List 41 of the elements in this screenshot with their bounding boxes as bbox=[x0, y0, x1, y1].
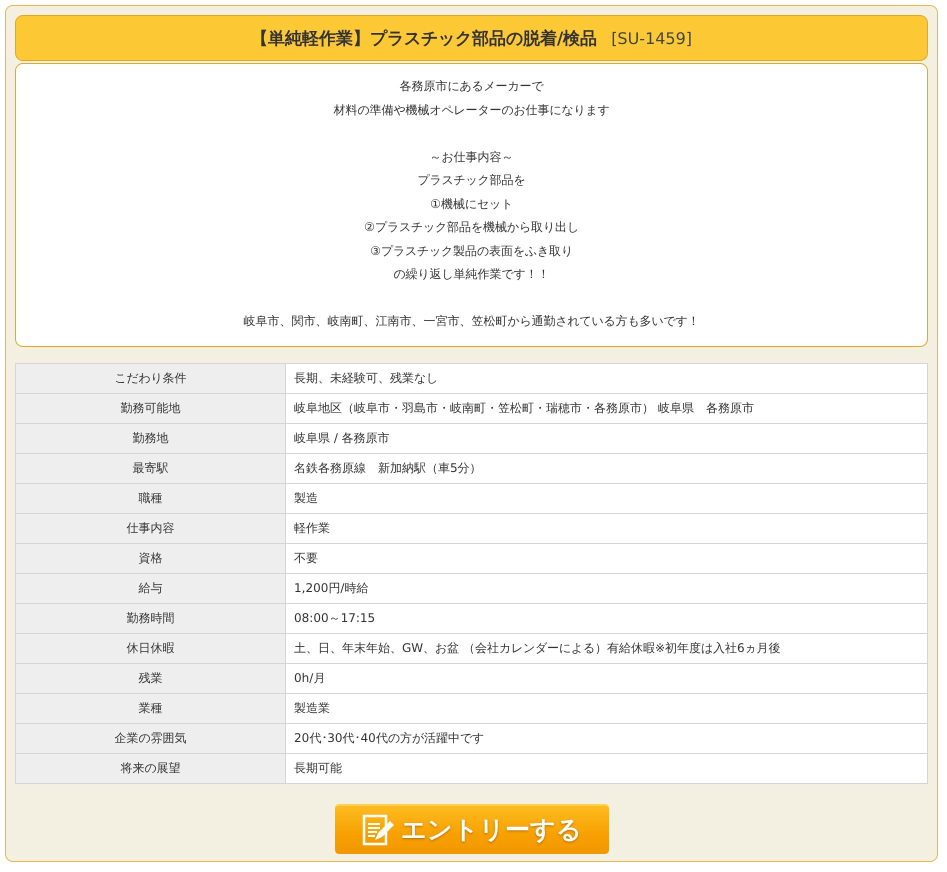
row-value: 08:00～17:15 bbox=[286, 603, 928, 633]
row-label: 企業の雰囲気 bbox=[16, 723, 286, 753]
row-value: 20代･30代･40代の方が活躍中です bbox=[286, 723, 928, 753]
description-text: ②プラスチック部品を機械から取り出し bbox=[364, 219, 579, 236]
row-value: 製造業 bbox=[286, 693, 928, 723]
row-label: 最寄駅 bbox=[16, 453, 286, 483]
row-label: 将来の展望 bbox=[16, 753, 286, 783]
row-value: 長期可能 bbox=[286, 753, 928, 783]
description-text: ～お仕事内容～ bbox=[429, 148, 514, 166]
row-value: 製造 bbox=[286, 483, 928, 513]
row-label: 給与 bbox=[16, 573, 286, 603]
row-label: 勤務可能地 bbox=[16, 393, 286, 423]
description-text: 各務原市にあるメーカーで bbox=[400, 78, 544, 95]
row-label: 残業 bbox=[16, 663, 286, 693]
row-value: 不要 bbox=[286, 543, 928, 573]
row-label: 職種 bbox=[16, 483, 286, 513]
description-text: 材料の準備や機械オペレーターのお仕事になります bbox=[334, 102, 610, 118]
row-label: 休日休暇 bbox=[16, 633, 286, 663]
row-value: 岐阜地区（岐阜市・羽島市・岐南町・笠松町・瑞穂市・各務原市） 岐阜県 各務原市 bbox=[286, 393, 928, 423]
row-label: 資格 bbox=[16, 543, 286, 573]
description-text: の繰り返し単純作業です！！ bbox=[393, 266, 550, 283]
description-text: 岐阜市、関市、岐南町、江南市、一宮市、笠松町から通勤されている方も多いです！ bbox=[244, 313, 700, 330]
description-text: ③プラスチック製品の表面をふき取り bbox=[370, 242, 573, 260]
job-code: [SU-1459] bbox=[611, 28, 692, 48]
row-label: 勤務時間 bbox=[16, 603, 286, 633]
row-label: 業種 bbox=[16, 693, 286, 723]
row-label: 勤務地 bbox=[16, 423, 286, 453]
memo-pencil-icon bbox=[361, 812, 395, 846]
row-value: 長期、未経験可、残業なし bbox=[286, 363, 928, 393]
description-text: プラスチック部品を bbox=[417, 172, 526, 189]
row-label: こだわり条件 bbox=[16, 363, 286, 393]
row-value: 土、日、年末年始、GW、お盆 （会社カレンダーによる）有給休暇※初年度は入社6ヵ月後 bbox=[286, 633, 928, 663]
row-value: 岐阜県 / 各務原市 bbox=[286, 423, 928, 453]
row-value: 名鉄各務原線 新加納駅（車5分） bbox=[286, 453, 928, 483]
row-value: 1,200円/時給 bbox=[286, 573, 928, 603]
row-label: 仕事内容 bbox=[16, 513, 286, 543]
row-value: 軽作業 bbox=[286, 513, 928, 543]
description-text: ①機械にセット bbox=[430, 196, 513, 212]
job-title: 【単純軽作業】プラスチック部品の脱着/検品 bbox=[250, 28, 598, 50]
row-value: 0h/月 bbox=[286, 663, 928, 693]
entry-button[interactable]: エントリーする bbox=[334, 804, 608, 854]
